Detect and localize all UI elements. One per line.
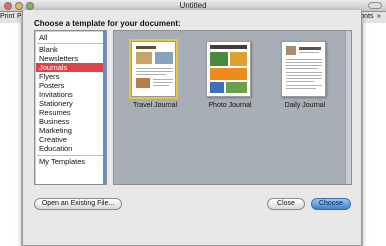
open-existing-file-button[interactable]: Open an Existing File... xyxy=(34,198,122,210)
thumb-title-block xyxy=(299,47,321,50)
category-list-scrollbar[interactable] xyxy=(103,31,106,184)
thumb-text-line xyxy=(286,68,318,69)
category-item-education[interactable]: Education xyxy=(36,144,106,153)
thumb-text-line xyxy=(286,72,322,73)
thumb-text-line xyxy=(286,62,322,63)
category-item-stationery[interactable]: Stationery xyxy=(36,99,106,108)
toolbar-toggle-icon[interactable] xyxy=(368,2,382,9)
category-item-all[interactable]: All xyxy=(36,33,106,42)
category-item-marketing[interactable]: Marketing xyxy=(36,126,106,135)
thumb-photo-block xyxy=(155,52,173,64)
thumb-photo-block xyxy=(136,78,150,88)
thumb-text-line xyxy=(153,85,169,86)
thumb-text-line xyxy=(286,65,322,66)
category-item-creative[interactable]: Creative xyxy=(36,135,106,144)
thumb-text-line xyxy=(286,81,314,82)
sheet-heading: Choose a template for your document: xyxy=(34,19,181,28)
category-item-business[interactable]: Business xyxy=(36,117,106,126)
thumb-text-line xyxy=(286,85,322,86)
thumb-text-line xyxy=(299,52,319,53)
thumb-text-line xyxy=(286,78,322,79)
daily-journal-thumbnail[interactable] xyxy=(281,41,326,97)
template-label: Daily Journal xyxy=(284,102,326,109)
thumb-title-block xyxy=(210,45,247,49)
category-item-invitations[interactable]: Invitations xyxy=(36,90,106,99)
thumb-title-block xyxy=(136,46,156,49)
category-item-posters[interactable]: Posters xyxy=(36,81,106,90)
close-button[interactable]: Close xyxy=(267,198,305,210)
photo-journal-thumbnail[interactable] xyxy=(206,41,251,97)
category-divider xyxy=(37,155,105,156)
category-item-blank[interactable]: Blank xyxy=(36,45,106,54)
template-travel-journal[interactable]: Travel Journal xyxy=(129,39,179,109)
template-chooser-sheet: Choose a template for your document: All… xyxy=(22,10,362,246)
template-label: Travel Journal xyxy=(132,102,178,109)
category-list[interactable]: All Blank Newsletters Journals Flyers Po… xyxy=(34,30,107,185)
template-daily-journal[interactable]: Daily Journal xyxy=(281,41,329,109)
thumb-photo-block xyxy=(230,52,247,66)
category-item-journals[interactable]: Journals xyxy=(36,63,106,72)
category-divider xyxy=(37,43,105,44)
document-area-right xyxy=(362,23,386,246)
preview-scrollbar[interactable] xyxy=(345,31,351,184)
thumb-photo-block xyxy=(226,82,247,93)
travel-journal-thumbnail[interactable] xyxy=(129,39,178,99)
thumb-text-line xyxy=(286,59,322,60)
window-title: Untitled xyxy=(179,1,207,10)
template-photo-journal[interactable]: Photo Journal xyxy=(206,41,254,109)
category-item-newsletters[interactable]: Newsletters xyxy=(36,54,106,63)
document-area-left xyxy=(0,23,22,246)
thumb-text-line xyxy=(136,74,166,75)
template-preview-pane: Travel Journal Photo Journal Daily Journ… xyxy=(113,30,352,185)
category-item-resumes[interactable]: Resumes xyxy=(36,108,106,117)
category-item-flyers[interactable]: Flyers xyxy=(36,72,106,81)
choose-button[interactable]: Choose xyxy=(311,198,351,210)
template-label: Photo Journal xyxy=(208,102,252,109)
category-item-my-templates[interactable]: My Templates xyxy=(36,157,106,166)
thumb-text-line xyxy=(136,68,173,69)
thumb-text-line xyxy=(286,75,322,76)
print-toolbar-button[interactable]: Print xyxy=(0,13,14,20)
thumb-text-line xyxy=(136,71,173,72)
thumb-photo-block xyxy=(136,52,152,64)
thumb-text-line xyxy=(153,79,173,80)
thumb-photo-block xyxy=(286,46,296,55)
toolbar-overflow-button[interactable]: » xyxy=(377,13,381,20)
thumb-color-band xyxy=(210,68,247,80)
thumb-text-line xyxy=(153,82,173,83)
thumb-photo-block xyxy=(210,52,228,66)
thumb-text-line xyxy=(286,88,316,89)
thumb-photo-block xyxy=(210,82,224,93)
